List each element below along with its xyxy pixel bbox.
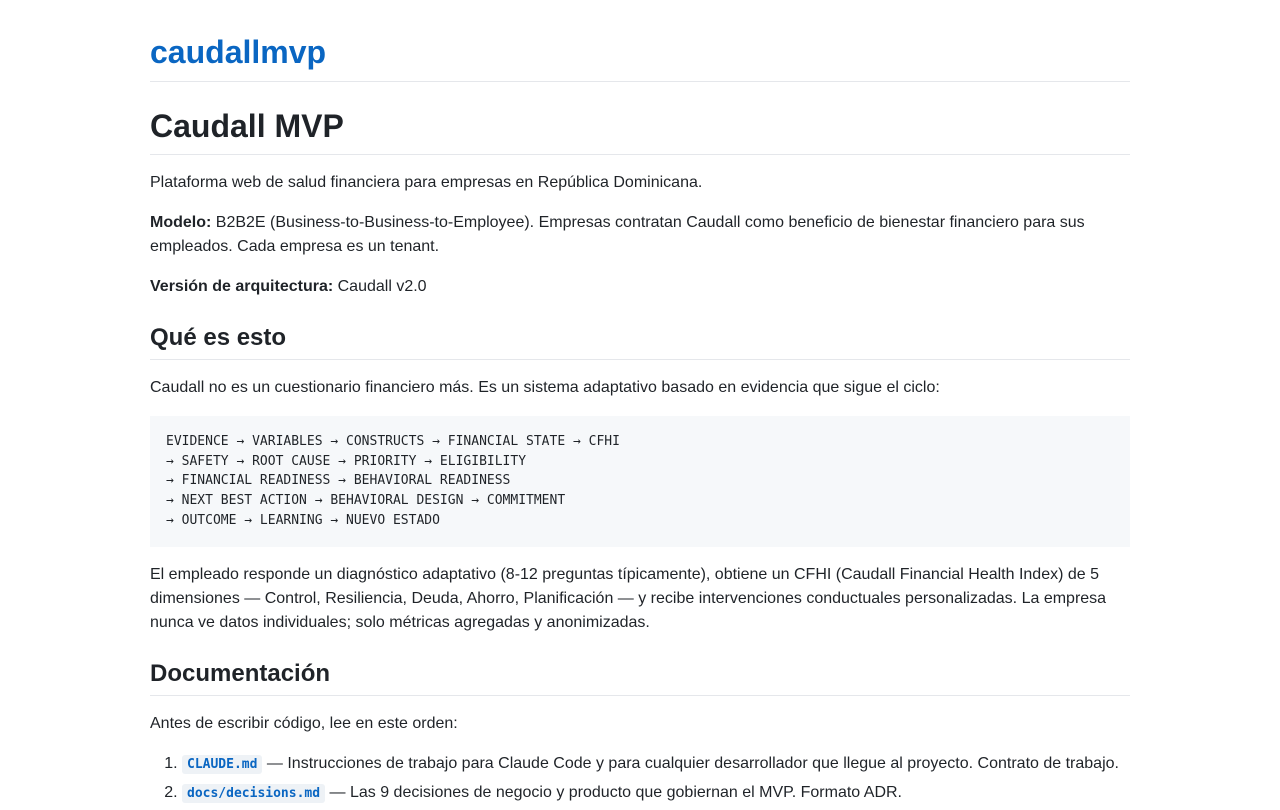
readme-container: caudallmvp Caudall MVP Plataforma web de…: [150, 0, 1130, 810]
list-item: CLAUDE.md — Instrucciones de trabajo par…: [182, 752, 1130, 777]
version-text: Caudall v2.0: [333, 278, 427, 295]
cycle-line: EVIDENCE → VARIABLES → CONSTRUCTS → FINA…: [166, 434, 620, 449]
doc-description: — Las 9 decisiones de negocio y producto…: [325, 783, 903, 801]
cycle-line: → FINANCIAL READINESS → BEHAVIORAL READI…: [166, 473, 511, 489]
version-label: Versión de arquitectura:: [150, 278, 334, 295]
doc-link-claude-md[interactable]: CLAUDE.md: [182, 754, 263, 774]
version-paragraph: Versión de arquitectura: Caudall v2.0: [150, 275, 1130, 299]
model-text: B2B2E (Business-to-Business-to-Employee)…: [150, 214, 1085, 255]
list-item: docs/decisions.md — Las 9 decisiones de …: [182, 781, 1130, 806]
que-es-esto-body: El empleado responde un diagnóstico adap…: [150, 565, 1107, 631]
documentacion-lead: Antes de escribir código, lee en este or…: [150, 714, 458, 732]
section-heading-que-es-esto: Qué es esto: [150, 323, 1130, 360]
site-title-link[interactable]: caudallmvp: [150, 32, 1130, 82]
doc-file-code: CLAUDE.md: [182, 754, 263, 774]
cycle-line: → SAFETY → ROOT CAUSE → PRIORITY → ELIGI…: [166, 453, 527, 469]
model-paragraph: Modelo: B2B2E (Business-to-Business-to-E…: [150, 211, 1130, 259]
cycle-line: → NEXT BEST ACTION → BEHAVIORAL DESIGN →…: [166, 493, 566, 509]
cycle-line: → OUTCOME → LEARNING → NUEVO ESTADO: [166, 512, 440, 528]
section-heading-documentacion: Documentación: [150, 659, 1130, 696]
doc-description: — Instrucciones de trabajo para Claude C…: [262, 754, 1119, 772]
docs-reading-list: CLAUDE.md — Instrucciones de trabajo par…: [150, 752, 1130, 806]
doc-link-decisions-md[interactable]: docs/decisions.md: [182, 783, 326, 803]
cycle-code-block: EVIDENCE → VARIABLES → CONSTRUCTS → FINA…: [150, 416, 1130, 547]
page-title: Caudall MVP: [150, 106, 1130, 155]
model-label: Modelo:: [150, 214, 212, 231]
intro-paragraph: Plataforma web de salud financiera para …: [150, 174, 703, 191]
que-es-esto-lead: Caudall no es un cuestionario financiero…: [150, 379, 940, 396]
